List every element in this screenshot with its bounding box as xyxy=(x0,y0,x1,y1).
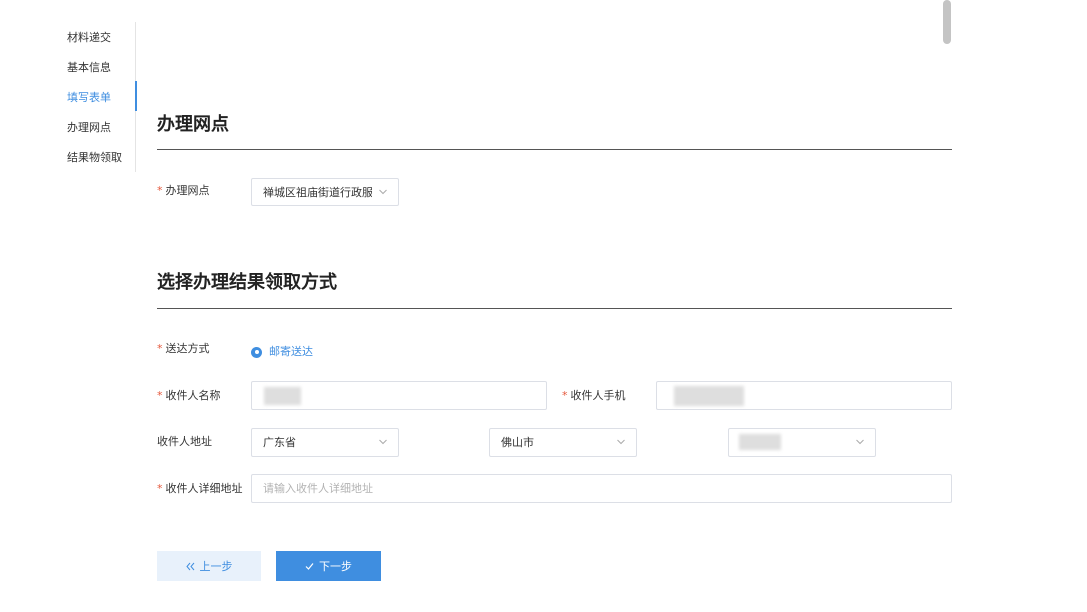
city-select-value: 佛山市 xyxy=(501,436,534,449)
recipient-phone-label: * 收件人手机 xyxy=(562,389,626,402)
chevron-down-icon xyxy=(379,189,387,195)
nav-item-result-pickup[interactable]: 结果物领取 xyxy=(67,151,122,165)
redacted-value xyxy=(264,387,301,405)
side-nav: 材料递交 基本信息 填写表单 办理网点 结果物领取 xyxy=(57,22,137,172)
section-title-outlet: 办理网点 xyxy=(157,114,229,135)
recipient-name-input[interactable] xyxy=(251,381,547,410)
detail-address-input[interactable]: 请输入收件人详细地址 xyxy=(251,474,952,503)
recipient-phone-input[interactable] xyxy=(656,381,952,410)
delivery-method-radio-mail[interactable]: 邮寄送达 xyxy=(251,345,313,359)
chevron-down-icon xyxy=(617,439,625,445)
nav-item-materials[interactable]: 材料递交 xyxy=(67,31,111,45)
next-step-label: 下一步 xyxy=(319,560,352,573)
province-select[interactable]: 广东省 xyxy=(251,428,399,457)
redacted-value xyxy=(674,386,744,406)
delivery-method-label: * 送达方式 xyxy=(157,342,210,355)
recipient-detail-address-label: * 收件人详细地址 xyxy=(157,482,243,495)
recipient-address-label: 收件人地址 xyxy=(157,435,212,448)
section-title-delivery: 选择办理结果领取方式 xyxy=(157,272,337,293)
nav-active-indicator xyxy=(135,81,137,111)
required-mark: * xyxy=(562,389,568,402)
nav-item-outlet[interactable]: 办理网点 xyxy=(67,121,111,135)
district-select[interactable] xyxy=(728,428,876,457)
scrollbar-thumb[interactable] xyxy=(943,0,951,44)
nav-item-fill-form[interactable]: 填写表单 xyxy=(67,91,111,105)
city-select[interactable]: 佛山市 xyxy=(489,428,637,457)
recipient-name-label: * 收件人名称 xyxy=(157,389,221,402)
prev-step-label: 上一步 xyxy=(199,560,233,573)
required-mark: * xyxy=(157,389,163,402)
detail-address-placeholder: 请输入收件人详细地址 xyxy=(263,482,373,495)
redacted-value xyxy=(739,434,781,450)
outlet-label: * 办理网点 xyxy=(157,184,210,197)
required-mark: * xyxy=(157,342,163,355)
chevron-down-icon xyxy=(379,439,387,445)
section-divider xyxy=(157,308,952,309)
double-chevron-left-icon xyxy=(185,562,194,570)
section-divider xyxy=(157,149,952,150)
nav-item-basic-info[interactable]: 基本信息 xyxy=(67,61,111,75)
delivery-method-option: 邮寄送达 xyxy=(269,345,313,358)
province-select-value: 广东省 xyxy=(263,436,296,449)
required-mark: * xyxy=(157,482,163,495)
outlet-select-value: 禅城区祖庙街道行政服务 xyxy=(263,186,372,199)
outlet-select[interactable]: 禅城区祖庙街道行政服务 xyxy=(251,178,399,206)
chevron-down-icon xyxy=(856,439,864,445)
radio-selected-icon xyxy=(251,346,262,358)
checkmark-icon xyxy=(305,562,314,570)
prev-step-button[interactable]: 上一步 xyxy=(157,551,261,581)
required-mark: * xyxy=(157,184,163,197)
next-step-button[interactable]: 下一步 xyxy=(276,551,381,581)
